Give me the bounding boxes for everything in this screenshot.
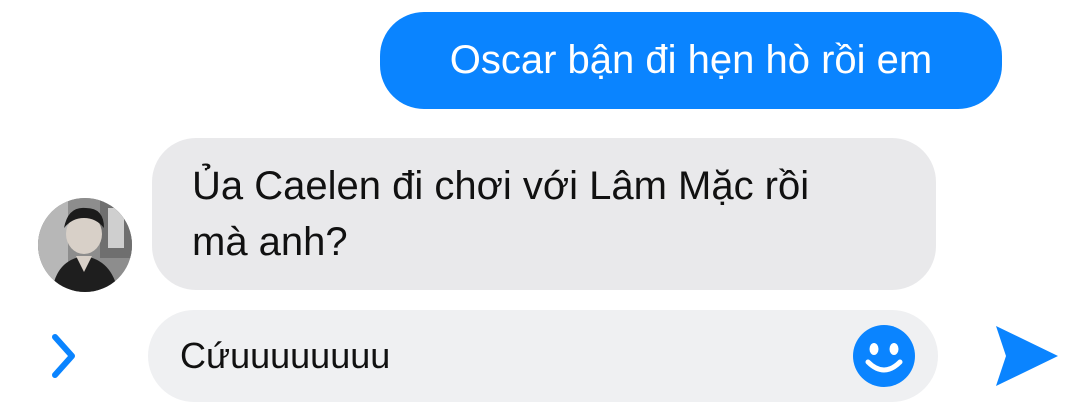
send-arrow-icon (996, 326, 1058, 386)
chat-thread: Oscar bận đi hẹn hò rồi em Ủa Caelen đi … (0, 0, 1079, 407)
expand-actions-button[interactable] (44, 330, 84, 382)
smiley-icon (853, 325, 915, 387)
message-input[interactable]: Cứuuuuuuuu (148, 310, 938, 402)
avatar[interactable] (38, 198, 132, 292)
message-composer: Cứuuuuuuuu (0, 308, 1079, 407)
chevron-right-icon (52, 334, 75, 378)
outgoing-message-bubble[interactable]: Oscar bận đi hẹn hò rồi em (380, 12, 1002, 109)
message-input-value: Cứuuuuuuuu (180, 335, 391, 376)
send-button[interactable] (990, 322, 1060, 390)
avatar-photo (38, 198, 132, 292)
incoming-message-bubble[interactable]: Ủa Caelen đi chơi với Lâm Mặc rồi mà anh… (152, 138, 936, 290)
outgoing-message-text: Oscar bận đi hẹn hò rồi em (449, 38, 933, 82)
incoming-message-row: Ủa Caelen đi chơi với Lâm Mặc rồi mà anh… (0, 138, 1079, 296)
incoming-message-line: Ủa Caelen đi chơi với Lâm Mặc rồi (192, 164, 810, 208)
incoming-message-line: mà anh? (192, 220, 348, 264)
emoji-button[interactable] (852, 324, 916, 388)
